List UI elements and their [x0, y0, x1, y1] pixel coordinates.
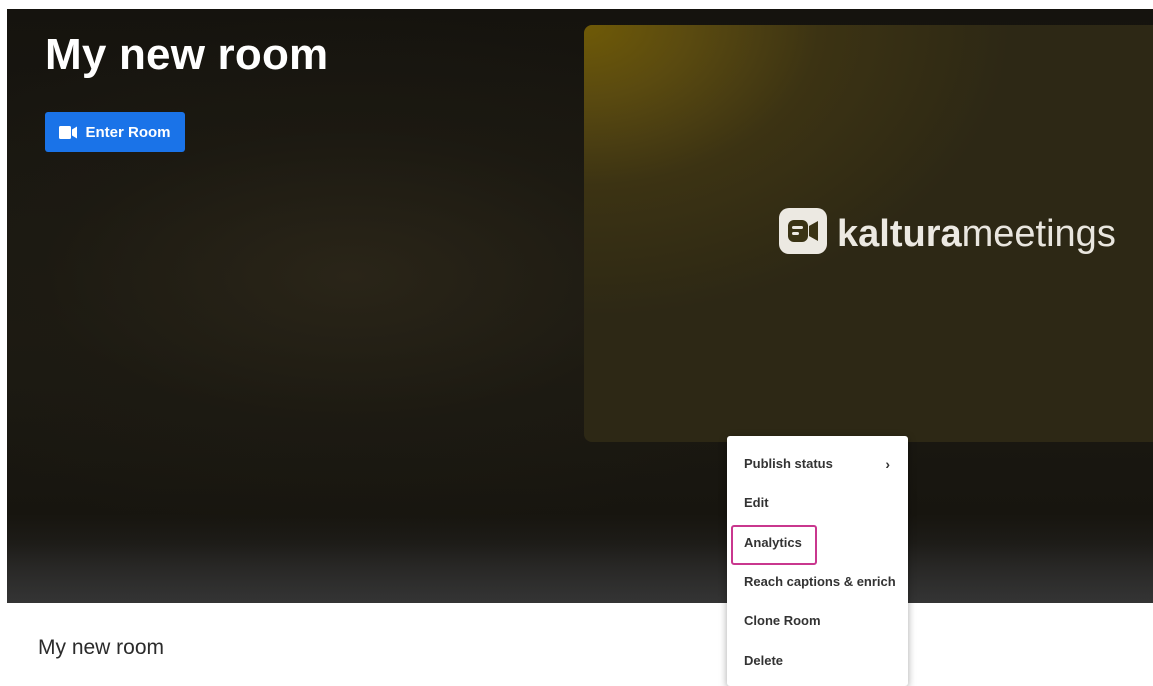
room-details-title: My new room: [38, 636, 165, 659]
video-camera-icon: [59, 125, 79, 139]
menu-item-reach-captions-enrich[interactable]: Reach captions & enrich: [727, 562, 908, 601]
menu-item-clone-room[interactable]: Clone Room: [727, 601, 908, 640]
page: My new room Enter Room kalturameetings M…: [0, 0, 1153, 686]
hero-bottom-fade: [7, 543, 1153, 603]
room-title: My new room: [45, 30, 329, 79]
enter-room-button[interactable]: Enter Room: [45, 112, 185, 152]
chevron-right-icon: ›: [885, 455, 890, 472]
menu-item-edit[interactable]: Edit: [727, 483, 908, 522]
enter-room-label: Enter Room: [85, 123, 171, 141]
room-thumbnail[interactable]: kalturameetings: [584, 25, 1153, 442]
menu-item-analytics[interactable]: Analytics: [727, 523, 908, 565]
kaltura-meetings-wordmark: kalturameetings: [837, 212, 1116, 255]
menu-item-publish-status[interactable]: Publish status ›: [727, 444, 908, 483]
kaltura-meetings-logo-icon: [779, 208, 827, 259]
room-hero-banner: My new room Enter Room kalturameetings: [7, 9, 1153, 603]
kaltura-meetings-logo: kalturameetings: [779, 208, 1116, 259]
room-actions-menu: Publish status › Edit Analytics Reach ca…: [727, 436, 908, 686]
menu-item-delete[interactable]: Delete: [727, 640, 908, 679]
